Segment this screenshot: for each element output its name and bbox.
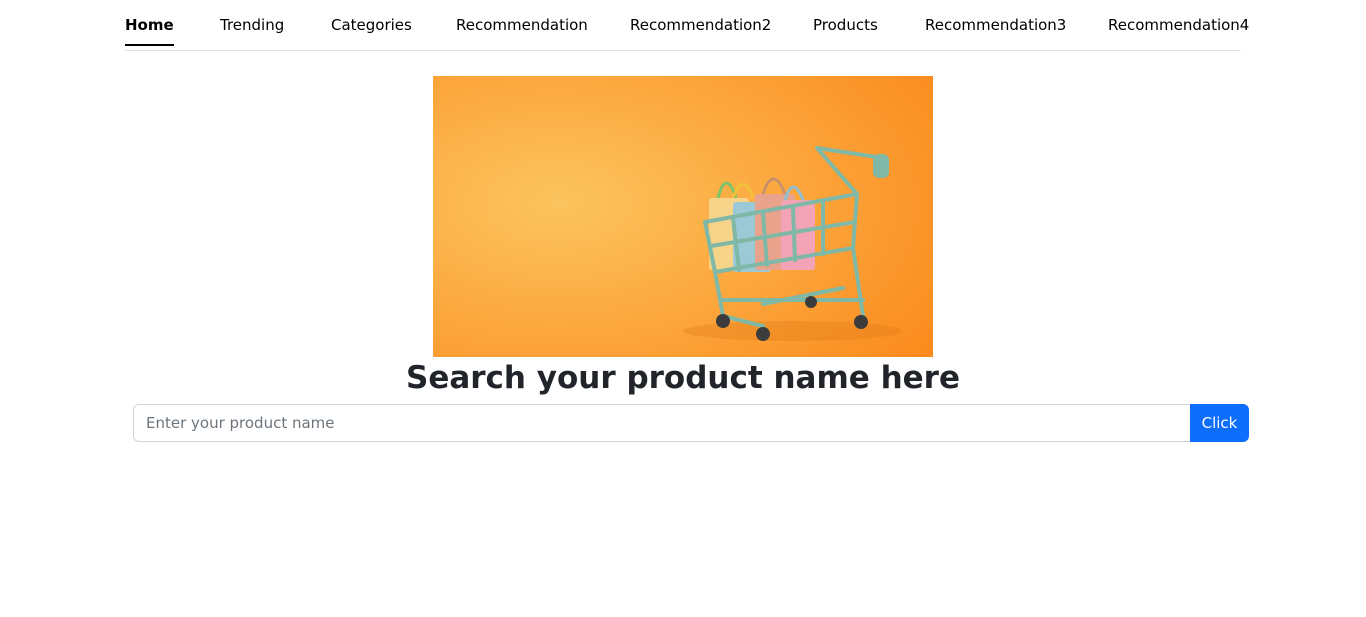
nav-products[interactable]: Products [813, 15, 878, 45]
nav-recommendation[interactable]: Recommendation [456, 15, 588, 45]
nav-recommendation3[interactable]: Recommendation3 [925, 15, 1066, 45]
nav-recommendation2[interactable]: Recommendation2 [630, 15, 771, 45]
nav-home[interactable]: Home [125, 15, 174, 46]
nav-trending[interactable]: Trending [220, 15, 284, 45]
search-button[interactable]: Click [1190, 404, 1249, 442]
hero-image [433, 76, 933, 357]
shopping-cart-image [433, 76, 933, 357]
top-navigation: Home Trending Categories Recommendation … [125, 0, 1249, 51]
search-group: Click [133, 404, 1249, 442]
nav-recommendation4[interactable]: Recommendation4 [1108, 15, 1249, 45]
search-input[interactable] [133, 404, 1190, 442]
page-title: Search your product name here [406, 360, 960, 396]
nav-categories[interactable]: Categories [331, 15, 412, 45]
